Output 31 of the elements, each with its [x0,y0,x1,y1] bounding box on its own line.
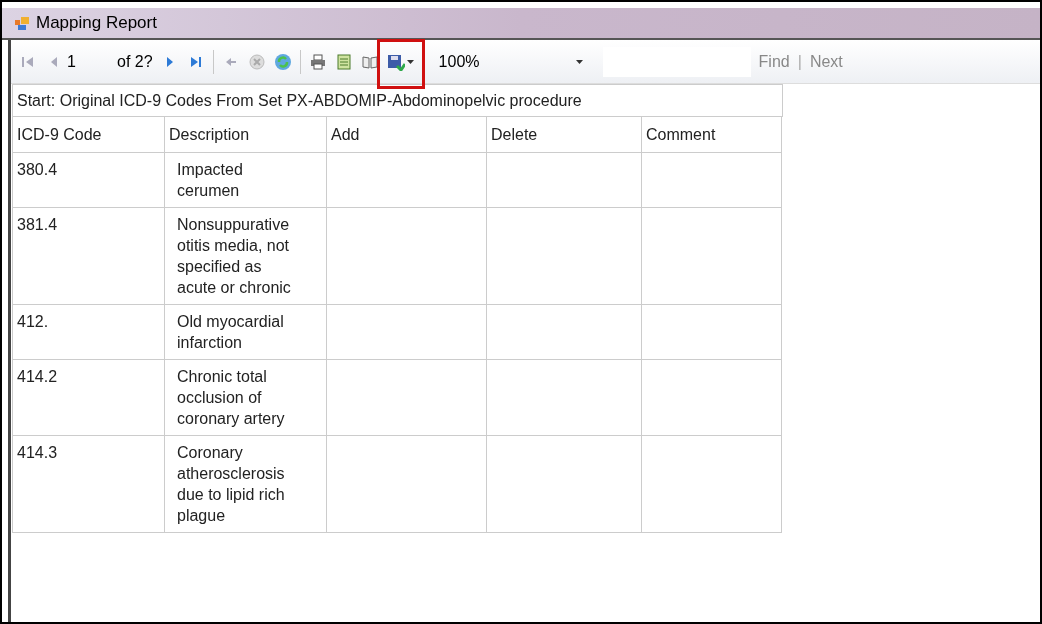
description-cell: Coronary atherosclerosis due to lipid rich plague [165,436,327,533]
refresh-icon[interactable] [273,52,292,71]
stop-icon[interactable] [247,52,266,71]
code-cell: 412. [12,305,165,360]
report-heading: Start: Original ICD-9 Codes From Set PX-ABDOMIP-Abdominopelvic procedure [12,84,783,117]
description-cell: Impacted cerumen [165,153,327,208]
code-cell: 414.2 [12,360,165,436]
print-icon[interactable] [308,52,327,71]
page-count: of 2? [117,51,153,72]
description-cell: Nonsuppurative otitis media, not specified as acute or chronic [165,208,327,305]
app-icon [14,15,30,31]
column-header: Add [327,117,487,153]
description-cell: Chronic total occlusion of coronary artery [165,360,327,436]
caret-icon [575,59,583,64]
description-cell: Old myocardial infarction [165,305,327,360]
zoom-dropdown[interactable]: 100% [430,49,591,74]
column-header: Delete [487,117,642,153]
column-header: ICD-9 Code [12,117,165,153]
highlight-frame [376,38,425,89]
save-icon [386,52,405,71]
page-field[interactable]: 1 [63,48,109,75]
column-header: Comment [642,117,782,153]
code-cell: 380.4 [12,153,165,208]
column-header: Description [165,117,327,153]
caret-icon [406,59,414,64]
export-button[interactable] [386,52,414,71]
code-cell: 414.3 [12,436,165,533]
page-layout-icon[interactable] [334,52,353,71]
link-separator: | [797,51,802,72]
code-cell: 381.4 [12,208,165,305]
window-title: Mapping Report [36,12,157,35]
